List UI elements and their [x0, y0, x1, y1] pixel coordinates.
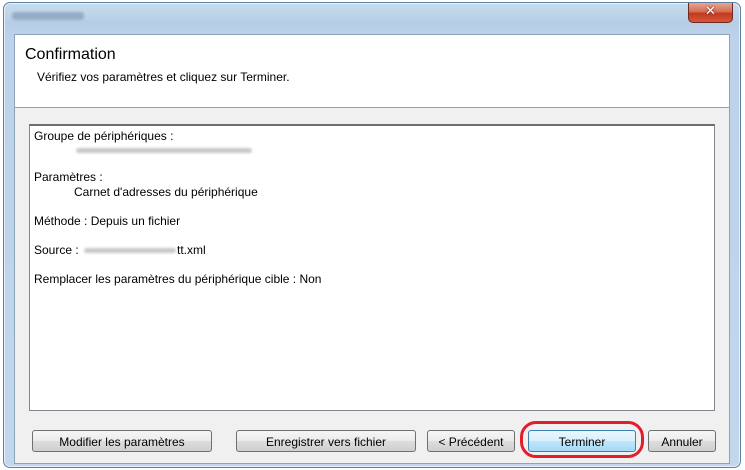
source-file-suffix: tt.xml — [177, 243, 206, 257]
previous-button[interactable]: < Précédent — [427, 430, 515, 452]
modify-settings-button[interactable]: Modifier les paramètres — [32, 430, 212, 452]
close-icon: ✕ — [705, 4, 716, 19]
source-path-redacted — [84, 248, 176, 253]
cancel-button[interactable]: Annuler — [648, 430, 716, 452]
page-subtitle: Vérifiez vos paramètres et cliquez sur T… — [37, 70, 290, 84]
window-title-redacted — [12, 12, 84, 20]
device-group-value-redacted — [76, 148, 252, 153]
wizard-header: Confirmation Vérifiez vos paramètres et … — [15, 35, 729, 108]
save-to-file-button[interactable]: Enregistrer vers fichier — [236, 430, 416, 452]
page-title: Confirmation — [25, 46, 116, 63]
parameters-label: Paramètres : — [34, 170, 103, 184]
source-label: Source : — [34, 243, 79, 257]
method-line: Méthode : Depuis un fichier — [34, 214, 181, 228]
settings-summary-box[interactable]: Groupe de périphériques : Paramètres : C… — [29, 124, 715, 411]
device-group-label: Groupe de périphériques : — [34, 129, 174, 143]
parameters-value: Carnet d'adresses du périphérique — [74, 185, 258, 199]
finish-button-highlight — [520, 421, 644, 458]
dialog-client-area: Confirmation Vérifiez vos paramètres et … — [14, 34, 730, 464]
dialog-window: ✕ Confirmation Vérifiez vos paramètres e… — [3, 2, 741, 468]
close-button[interactable]: ✕ — [688, 3, 733, 23]
replace-settings-line: Remplacer les paramètres du périphérique… — [34, 272, 322, 286]
